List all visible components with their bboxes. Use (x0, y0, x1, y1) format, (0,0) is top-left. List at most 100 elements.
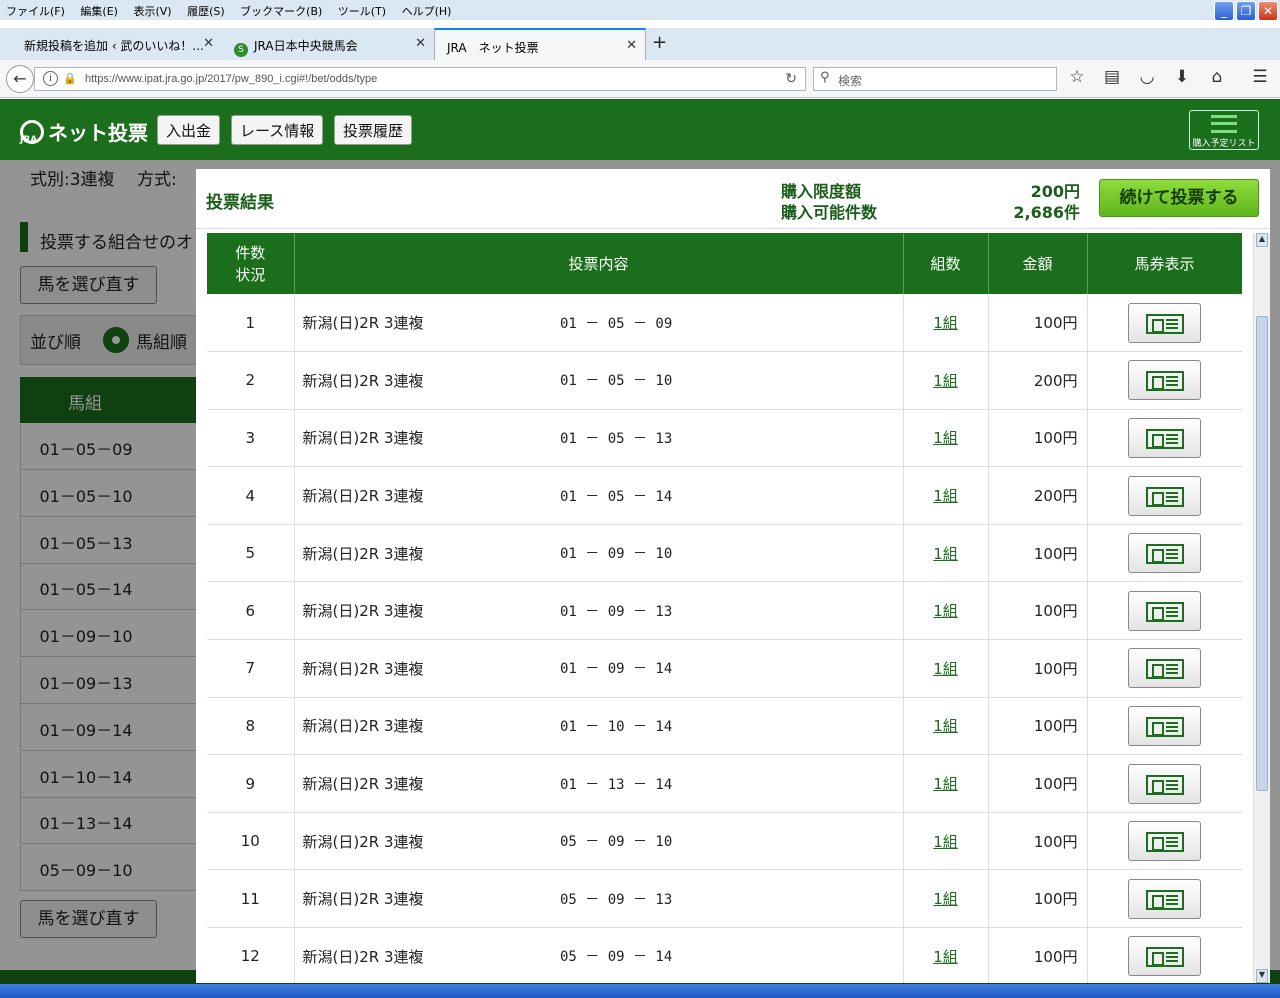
ticket-display-button[interactable] (1128, 878, 1202, 919)
tab-jra[interactable]: S JRA日本中央競馬会 ✕ (222, 28, 434, 60)
close-tab-icon[interactable]: ✕ (626, 38, 637, 53)
kumi-link[interactable]: 1組 (933, 833, 958, 851)
kumi-link[interactable]: 1組 (933, 429, 958, 447)
amount-value: 100円 (988, 697, 1088, 756)
menu-edit[interactable]: 編集(E) (74, 0, 124, 19)
table-header-row: 件数 状況 投票内容 組数 金額 馬券表示 (207, 233, 1242, 294)
purchase-list-label: 購入予定リスト (1192, 139, 1256, 149)
ticket-icon (1146, 544, 1185, 565)
reload-icon[interactable]: ↻ (785, 70, 797, 87)
close-window-button[interactable]: ✕ (1258, 1, 1278, 21)
ticket-display-button[interactable] (1128, 360, 1202, 401)
scroll-up-icon[interactable]: ▲ (1256, 233, 1268, 247)
kumi-link[interactable]: 1組 (933, 545, 958, 563)
kumi-link[interactable]: 1組 (933, 660, 958, 678)
kumi-link[interactable]: 1組 (933, 717, 958, 735)
combination: 05 － 09 － 14 (553, 927, 904, 983)
download-icon[interactable]: ⬇ (1171, 67, 1193, 87)
table-row: 6 新潟(日)2R 3連複 01 － 09 － 13 1組 100円 (207, 581, 1242, 641)
ticket-icon (1146, 832, 1185, 853)
amount-value: 100円 (988, 409, 1088, 468)
tab-label: JRA日本中央競馬会 (254, 39, 358, 53)
modal-header: 投票結果 購入限度額 購入可能件数 200円 2,686件 続けて投票する (196, 169, 1270, 229)
ticket-display-button[interactable] (1128, 533, 1202, 574)
ticket-display-button[interactable] (1128, 648, 1202, 689)
ticket-icon (1146, 428, 1185, 449)
race-label: 新潟(日)2R 3連複 (294, 524, 553, 583)
combination: 01 － 13 － 14 (553, 754, 904, 813)
kumi-link[interactable]: 1組 (933, 372, 958, 390)
taskbar (0, 984, 1280, 998)
combination: 01 － 05 － 09 (553, 294, 904, 353)
menu-file[interactable]: ファイル(F) (0, 0, 71, 19)
ticket-display-button[interactable] (1128, 590, 1202, 631)
table-row: 7 新潟(日)2R 3連複 01 － 09 － 14 1組 100円 (207, 639, 1242, 698)
race-info-button[interactable]: レース情報 (231, 115, 324, 145)
home-icon[interactable]: ⌂ (1206, 67, 1228, 87)
back-arrow-icon[interactable]: ← (6, 65, 34, 93)
deposit-withdraw-button[interactable]: 入出金 (157, 115, 221, 145)
ticket-display-button[interactable] (1128, 302, 1202, 343)
kumi-link[interactable]: 1組 (933, 487, 958, 505)
search-input[interactable]: ⚲ 検索 (813, 67, 1057, 91)
combination: 01 － 05 － 10 (553, 351, 904, 410)
hamburger-menu-icon[interactable]: ☰ (1249, 67, 1271, 87)
combination: 01 － 10 － 14 (553, 697, 904, 756)
count-value: 2,686件 (1013, 203, 1080, 222)
list-icon (1211, 115, 1237, 133)
reader-icon[interactable]: ▤ (1101, 67, 1123, 87)
menu-help[interactable]: ヘルプ(H) (396, 0, 458, 19)
restore-button[interactable]: ❐ (1236, 1, 1256, 21)
amount-value: 100円 (988, 581, 1088, 641)
url-bar[interactable]: i 🔒 https://www.ipat.jra.go.jp/2017/pw_8… (34, 67, 806, 91)
scrollbar[interactable]: ▲ ▼ (1253, 233, 1270, 983)
vote-result-table: 件数 状況 投票内容 組数 金額 馬券表示 1 新潟(日)2R 3連複 01 － 0… (207, 233, 1242, 983)
kumi-link[interactable]: 1組 (933, 314, 958, 332)
ticket-display-button[interactable] (1128, 763, 1202, 804)
menu-view[interactable]: 表示(V) (127, 0, 177, 19)
race-label: 新潟(日)2R 3連複 (294, 697, 553, 756)
tab-wordpress[interactable]: 新規投稿を追加 ‹ 武のいいね！... ✕ (12, 28, 222, 60)
menu-bookmarks[interactable]: ブックマーク(B) (234, 0, 328, 19)
status-header: 件数 状況 (207, 233, 295, 294)
amount-value: 100円 (988, 812, 1088, 871)
ticket-display-button[interactable] (1128, 821, 1202, 862)
amount-value: 100円 (988, 294, 1088, 353)
menu-bar: ファイル(F) 編集(E) 表示(V) 履歴(S) ブックマーク(B) ツール(… (0, 0, 1280, 21)
row-number: 4 (207, 466, 295, 525)
menu-tools[interactable]: ツール(T) (332, 0, 392, 19)
ticket-display-button[interactable] (1128, 936, 1202, 977)
logo-sub: JRA (20, 135, 38, 145)
modal-title: 投票結果 (206, 193, 274, 213)
jra-logo[interactable]: ネット投票 JRA (20, 117, 148, 146)
table-row: 11 新潟(日)2R 3連複 05 － 09 － 13 1組 100円 (207, 869, 1242, 929)
purchase-list-button[interactable]: 購入予定リスト (1189, 110, 1259, 150)
tab-jra-net-vote[interactable]: JRA ネット投票 ✕ (434, 28, 646, 60)
minimize-button[interactable]: _ (1214, 1, 1234, 21)
info-icon[interactable]: i (43, 71, 58, 86)
kumi-link[interactable]: 1組 (933, 775, 958, 793)
kumi-link[interactable]: 1組 (933, 890, 958, 908)
ticket-display-button[interactable] (1128, 417, 1202, 458)
vote-history-button[interactable]: 投票履歴 (334, 115, 413, 145)
race-label: 新潟(日)2R 3連複 (294, 812, 553, 871)
pocket-icon[interactable]: ◡ (1136, 67, 1158, 87)
ticket-display-button[interactable] (1128, 705, 1202, 746)
ticket-icon (1146, 889, 1185, 910)
logo-text: ネット投票 (48, 121, 148, 145)
close-tab-icon[interactable]: ✕ (203, 36, 214, 51)
row-number: 3 (207, 409, 295, 468)
combination: 01 － 09 － 10 (553, 524, 904, 583)
continue-voting-button[interactable]: 続けて投票する (1099, 179, 1259, 217)
kumi-link[interactable]: 1組 (933, 948, 958, 966)
bookmark-star-icon[interactable]: ☆ (1066, 67, 1088, 87)
close-tab-icon[interactable]: ✕ (415, 36, 426, 51)
row-number: 10 (207, 812, 295, 871)
ticket-display-button[interactable] (1128, 475, 1202, 516)
scroll-thumb[interactable] (1256, 316, 1268, 791)
kumi-link[interactable]: 1組 (933, 602, 958, 620)
amount-value: 100円 (988, 927, 1088, 983)
new-tab-icon[interactable]: + (652, 32, 667, 53)
menu-history[interactable]: 履歴(S) (181, 0, 231, 19)
scroll-down-icon[interactable]: ▼ (1256, 969, 1268, 983)
